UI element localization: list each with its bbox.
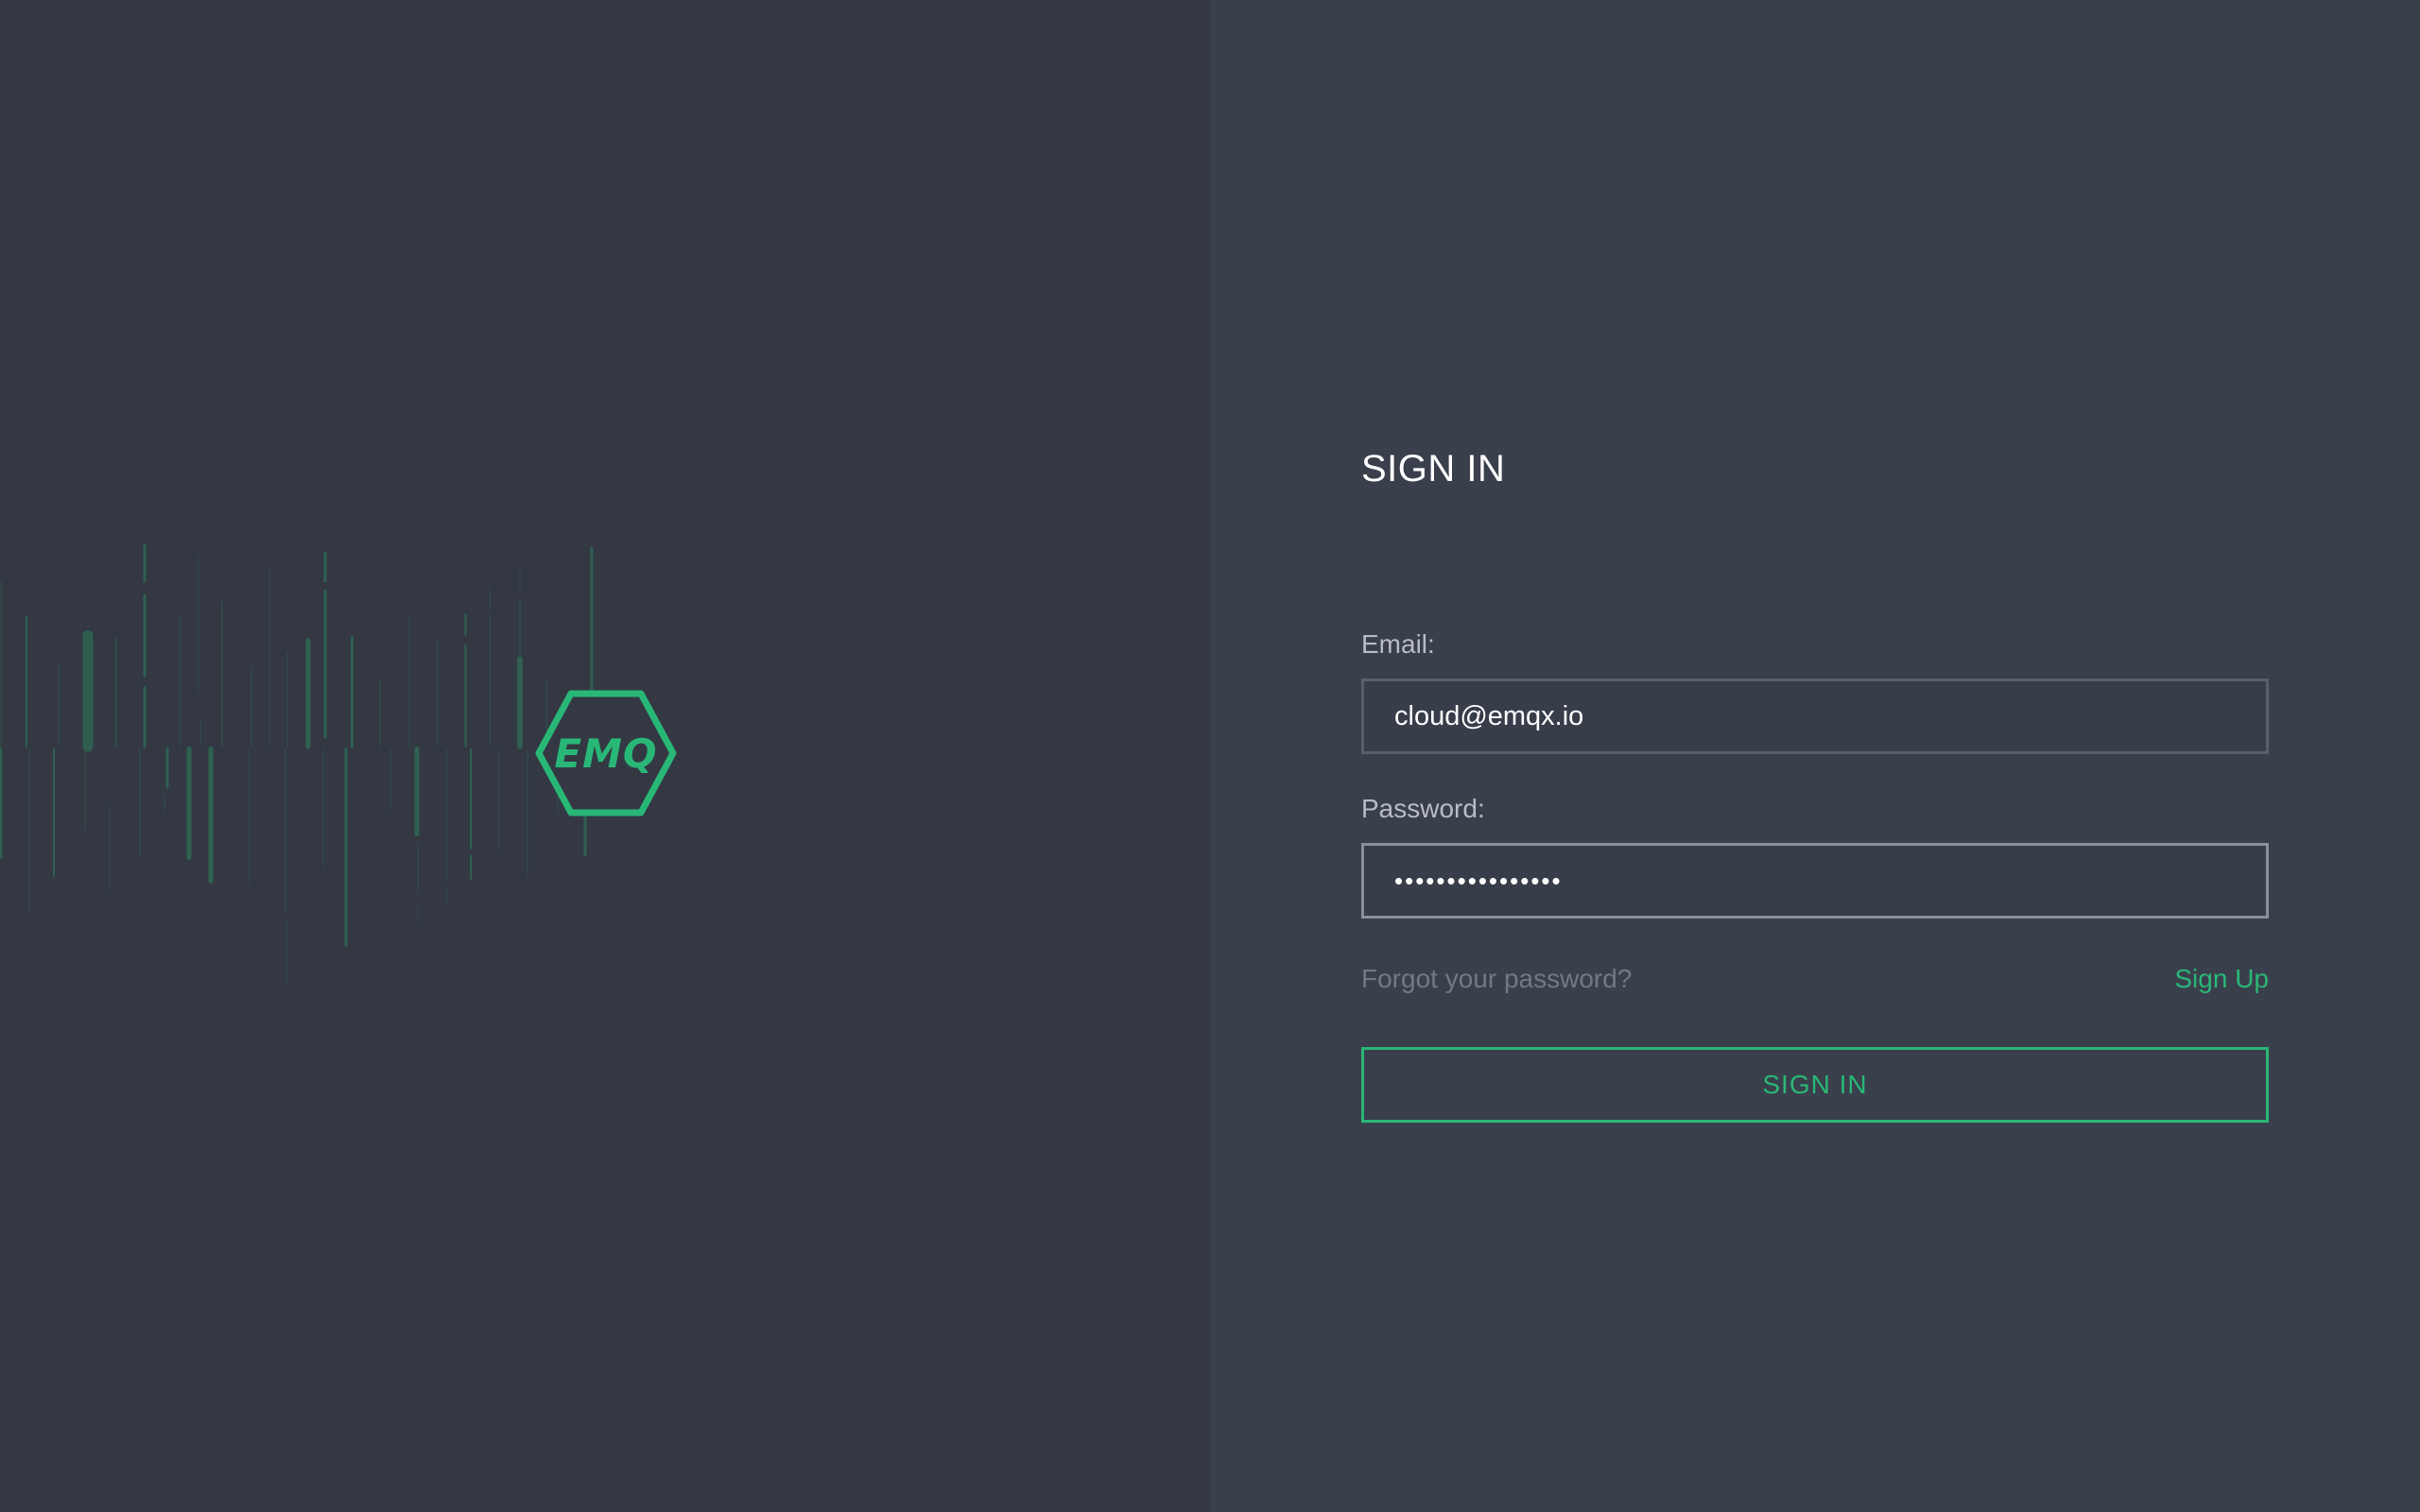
sign-in-button[interactable]: SIGN IN bbox=[1361, 1047, 2269, 1123]
brand-panel: EMQ bbox=[0, 0, 1210, 1512]
line-group bbox=[0, 544, 594, 984]
page-title: SIGN IN bbox=[1361, 448, 1506, 490]
login-page: EMQ SIGN IN Email: Password: Forgot your… bbox=[0, 0, 2420, 1512]
links-row: Forgot your password? Sign Up bbox=[1361, 960, 2269, 998]
signin-panel: SIGN IN Email: Password: Forgot your pas… bbox=[1210, 0, 2420, 1512]
email-label: Email: bbox=[1361, 629, 1435, 659]
sign-up-link[interactable]: Sign Up bbox=[2174, 964, 2269, 994]
email-field[interactable] bbox=[1361, 679, 2269, 754]
signin-form: SIGN IN Email: Password: Forgot your pas… bbox=[1361, 440, 2269, 1123]
emq-logo: EMQ bbox=[535, 690, 677, 816]
password-field[interactable] bbox=[1361, 843, 2269, 919]
password-label: Password: bbox=[1361, 794, 1485, 823]
logo-text: EMQ bbox=[554, 730, 658, 777]
forgot-password-link[interactable]: Forgot your password? bbox=[1361, 964, 1632, 994]
